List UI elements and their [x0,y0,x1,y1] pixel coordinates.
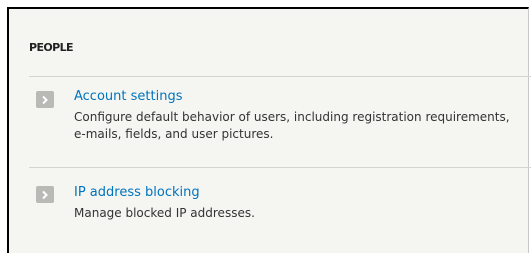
account-settings-link[interactable]: Account settings [74,89,182,104]
ip-address-blocking-link[interactable]: IP address blocking [74,185,200,200]
people-admin-panel: PEOPLE Account settings Configure defaul… [7,7,531,253]
item-divider [29,167,531,168]
account-settings-description: Configure default behavior of users, inc… [74,110,510,141]
ip-address-blocking-description: Manage blocked IP addresses. [74,206,255,220]
chevron-right-icon [36,186,54,203]
chevron-right-icon [36,91,54,108]
section-title: PEOPLE [29,41,74,54]
section-divider [29,76,531,77]
